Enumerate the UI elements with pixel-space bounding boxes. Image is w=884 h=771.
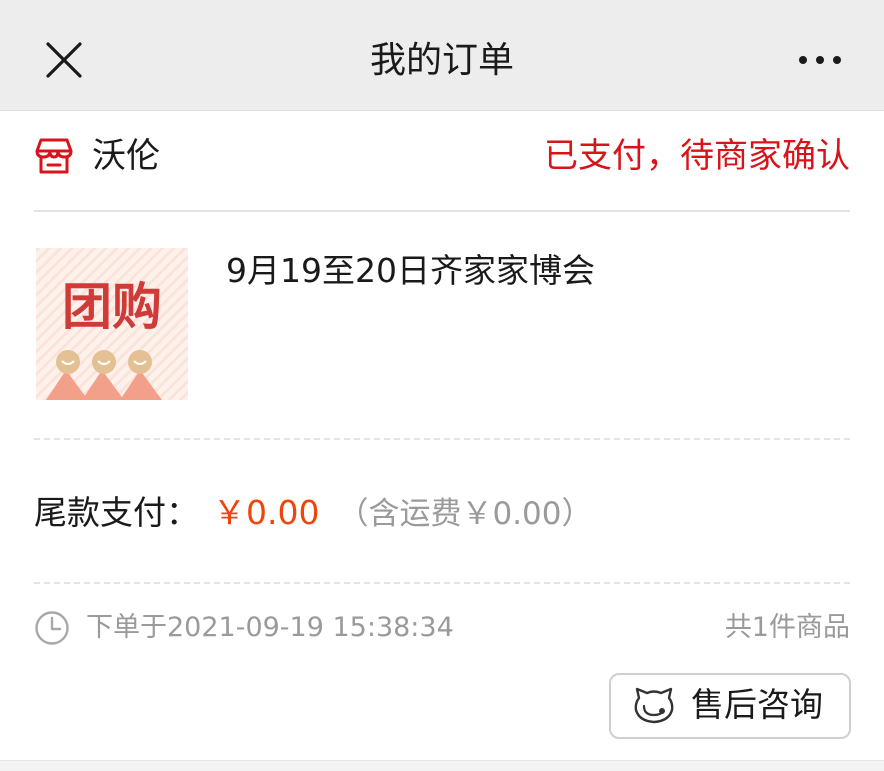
more-icon <box>799 56 841 64</box>
shop-name: 沃伦 <box>92 136 160 176</box>
more-button[interactable] <box>798 50 842 70</box>
bottom-strip <box>0 760 884 771</box>
shop-row[interactable]: 沃伦 已支付，待商家确认 <box>34 128 850 184</box>
product-title[interactable]: 9月19至20日齐家家博会 <box>226 248 595 294</box>
top-bar: 我的订单 <box>0 0 884 111</box>
product-thumbnail[interactable]: 团购 <box>36 248 188 400</box>
payment-row: 尾款支付： ￥0.00 （含运费￥0.00） <box>34 488 593 538</box>
order-time: 下单于2021-09-19 15:38:34 <box>86 612 454 643</box>
payment-label: 尾款支付： <box>34 493 199 532</box>
clock-icon <box>35 611 69 645</box>
after-sale-button[interactable]: 售后咨询 <box>609 673 851 739</box>
after-sale-label: 售后咨询 <box>691 685 823 724</box>
dashed-divider <box>34 438 850 440</box>
item-count: 共1件商品 <box>724 612 850 643</box>
payment-amount: ￥0.00 <box>213 493 320 532</box>
shop-icon <box>35 138 73 174</box>
dashed-divider <box>34 582 850 584</box>
customer-service-icon <box>634 687 674 724</box>
thumbnail-label: 团购 <box>62 278 162 336</box>
order-status: 已支付，待商家确认 <box>544 136 850 176</box>
shipping-note: （含运费￥0.00） <box>337 496 593 532</box>
divider <box>34 210 850 212</box>
page-title: 我的订单 <box>369 40 514 81</box>
